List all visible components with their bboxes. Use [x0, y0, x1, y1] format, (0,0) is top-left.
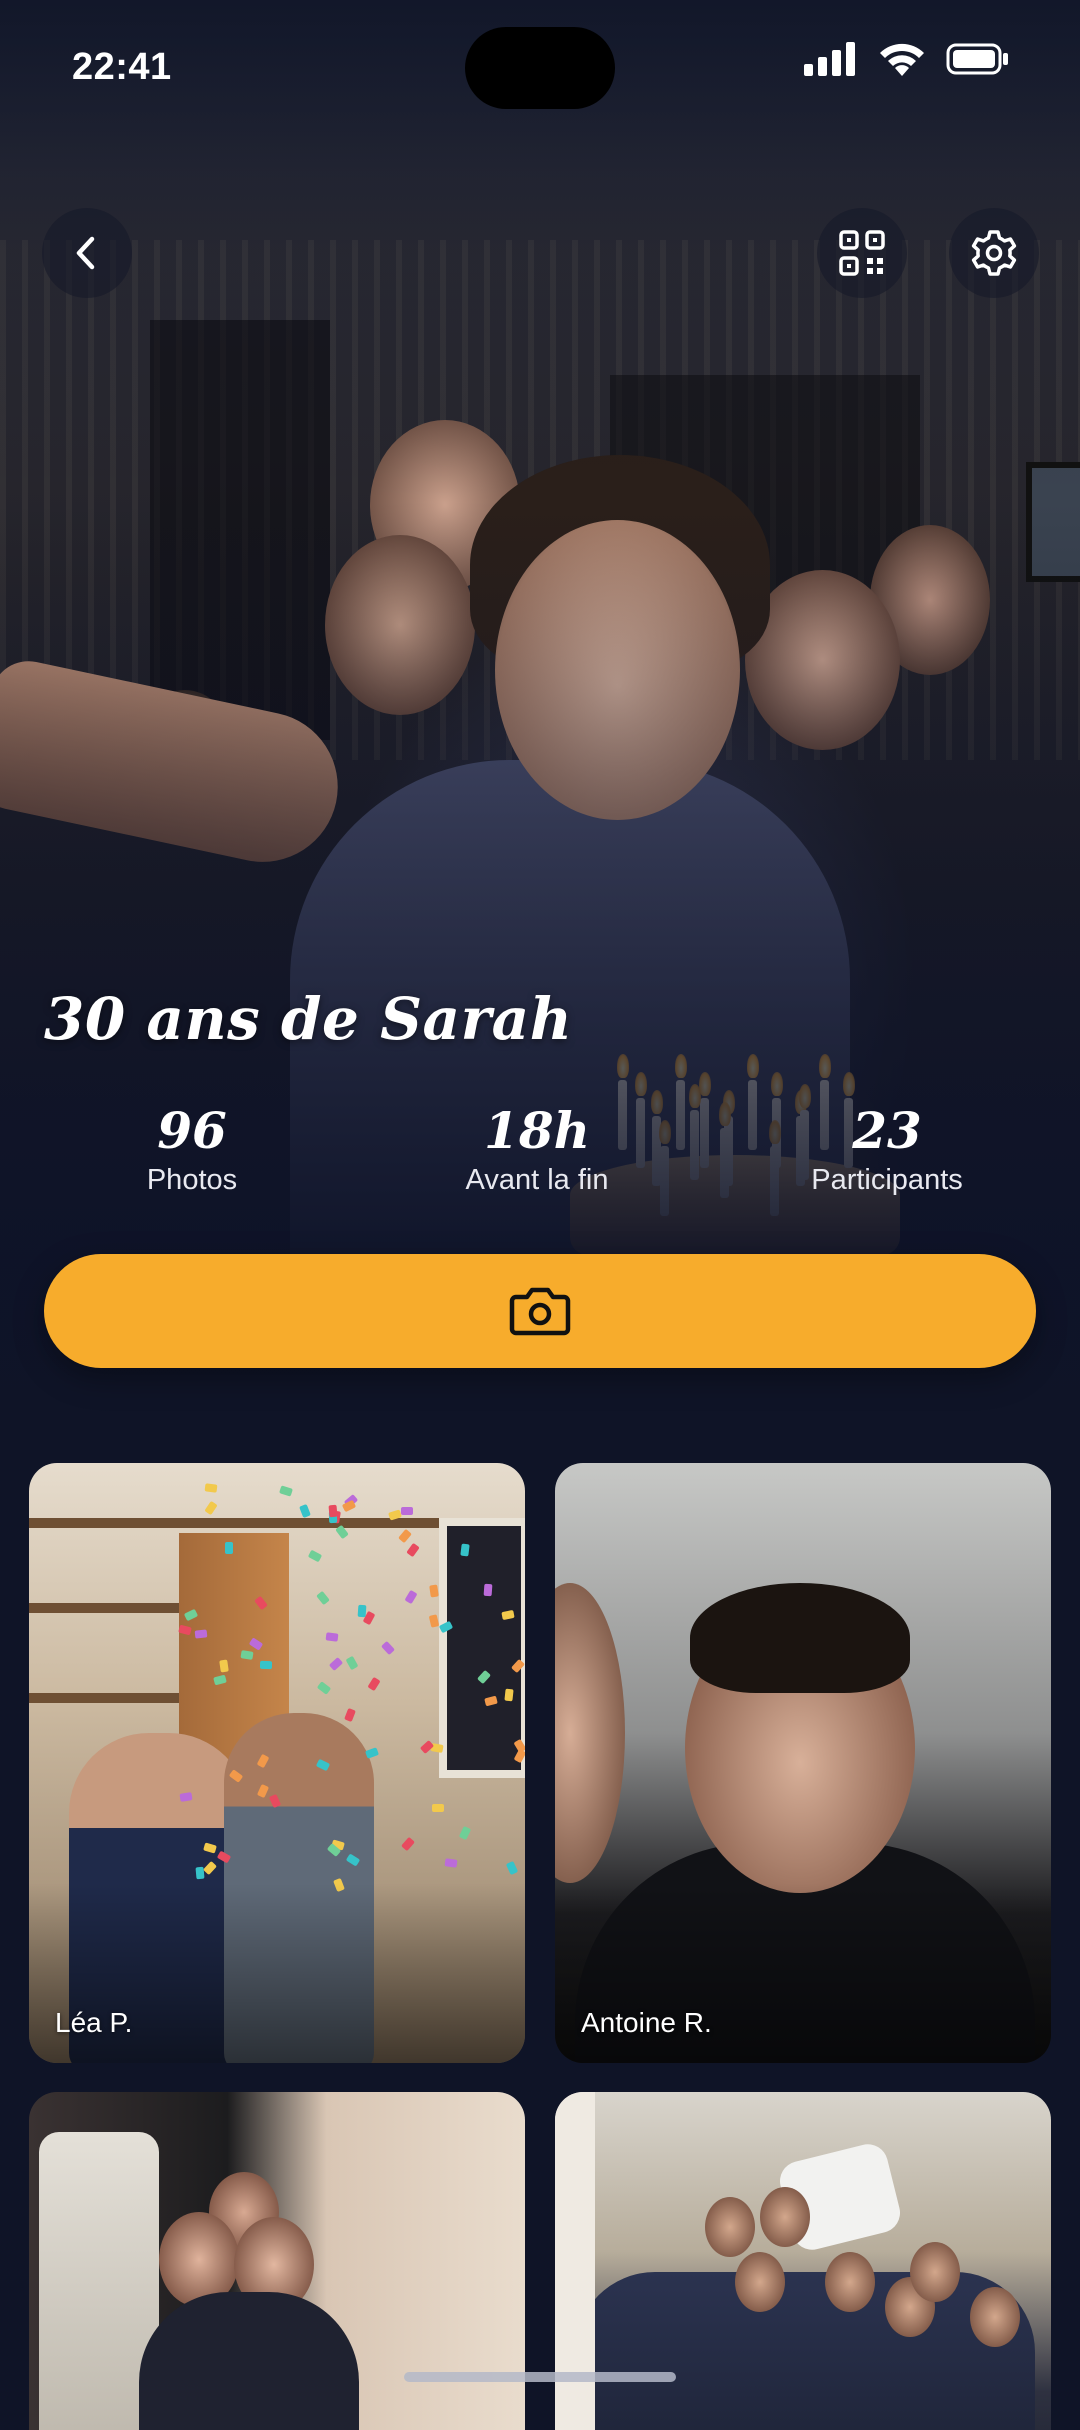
- photo-card[interactable]: Antoine R.: [555, 1463, 1051, 2063]
- confetti-piece: [432, 1803, 445, 1812]
- photo-person: [825, 2252, 875, 2312]
- camera-icon: [509, 1287, 571, 1336]
- event-title: 30 ans de Sarah: [44, 985, 573, 1053]
- photo-person: [705, 2197, 755, 2257]
- cover-gradient: [0, 0, 1080, 1430]
- cellular-signal-icon: [804, 42, 855, 76]
- photo-author: Antoine R.: [581, 2007, 712, 2038]
- stat-participants: 23 Participants: [757, 1100, 1017, 1197]
- photo-person: [910, 2242, 960, 2302]
- confetti-piece: [357, 1604, 367, 1618]
- photo-card[interactable]: Léa P.: [29, 1463, 525, 2063]
- home-indicator[interactable]: [404, 2372, 676, 2382]
- gear-icon: [971, 230, 1017, 276]
- stat-photos-label: Photos: [146, 1164, 238, 1196]
- stat-photos-value: 96: [157, 1101, 227, 1160]
- settings-button[interactable]: [949, 208, 1039, 298]
- confetti-piece: [240, 1650, 254, 1660]
- photo-person: [735, 2252, 785, 2312]
- photo-shelf: [29, 1693, 179, 1703]
- confetti-piece: [179, 1791, 193, 1802]
- confetti-piece: [225, 1542, 234, 1555]
- photo-author: Léa P.: [55, 2007, 133, 2038]
- stat-participants-label: Participants: [811, 1164, 963, 1196]
- confetti-piece: [219, 1659, 229, 1673]
- status-icons: [804, 40, 1010, 78]
- stat-time-left-label: Avant la fin: [465, 1164, 609, 1196]
- take-photo-button[interactable]: [44, 1254, 1036, 1368]
- stat-participants-value: 23: [852, 1101, 922, 1160]
- confetti-piece: [400, 1507, 413, 1516]
- stat-time-left-value: 18h: [484, 1101, 590, 1160]
- photo-people-bodies: [139, 2292, 359, 2430]
- photo-person: [760, 2187, 810, 2247]
- confetti-piece: [483, 1583, 493, 1597]
- event-cover-photo: [0, 0, 1080, 1430]
- confetti-piece: [204, 1483, 218, 1493]
- stat-photos: 96 Photos: [62, 1100, 322, 1197]
- dynamic-island: [465, 27, 615, 109]
- photo-person: [970, 2287, 1020, 2347]
- photo-person-hair: [690, 1583, 910, 1693]
- confetti-piece: [328, 1504, 338, 1518]
- confetti-piece: [259, 1661, 273, 1670]
- photo-window: [439, 1518, 525, 1778]
- qr-code-icon: [839, 230, 885, 276]
- confetti-piece: [194, 1629, 207, 1639]
- confetti-piece: [504, 1688, 514, 1702]
- wifi-icon: [880, 43, 924, 76]
- status-time: 22:41: [72, 46, 172, 88]
- back-button[interactable]: [42, 208, 132, 298]
- photo-shelf: [29, 1603, 179, 1613]
- photo-group-bodies: [575, 2272, 1035, 2430]
- confetti-piece: [428, 1584, 439, 1598]
- stat-time-left: 18h Avant la fin: [407, 1100, 667, 1197]
- battery-icon: [946, 43, 1008, 75]
- chevron-left-icon: [76, 236, 95, 270]
- qr-code-button[interactable]: [817, 208, 907, 298]
